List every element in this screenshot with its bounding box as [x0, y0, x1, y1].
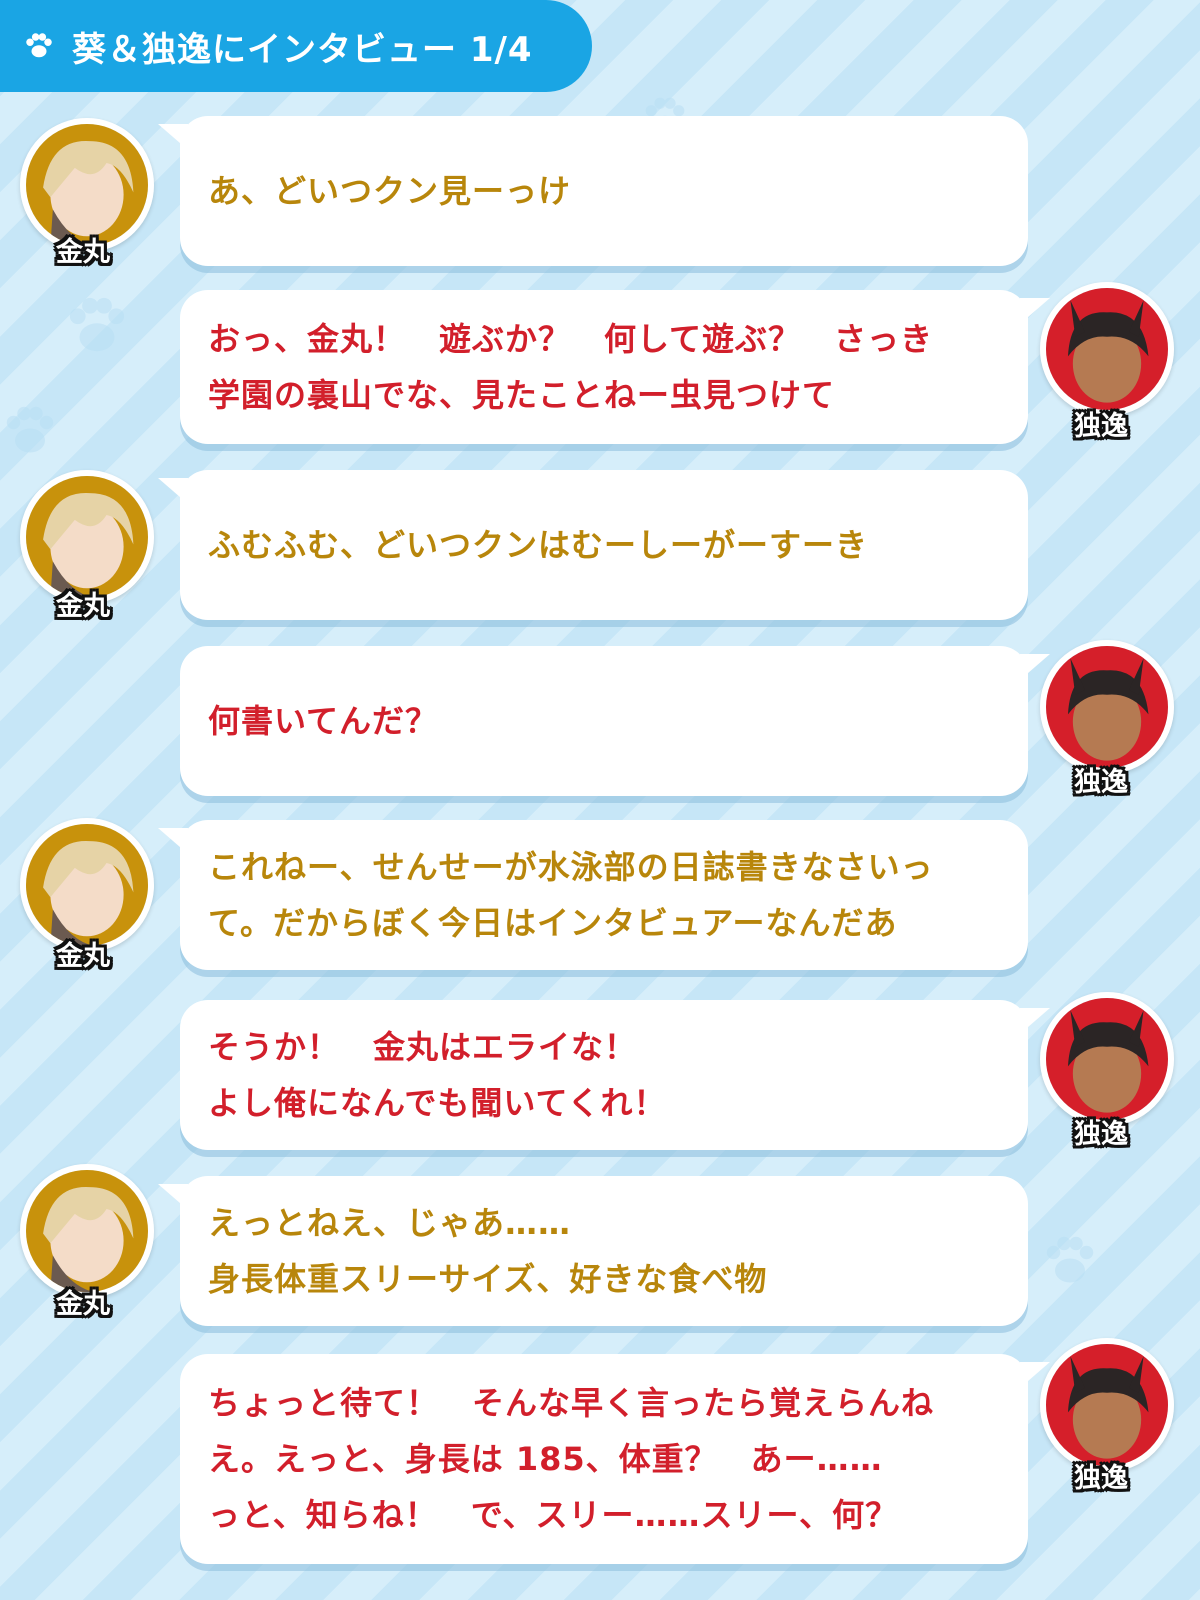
- avatar-doi: [1040, 282, 1174, 416]
- avatar-doi: [1040, 1338, 1174, 1472]
- speaker-name-kin: 金丸: [56, 237, 110, 268]
- interview-title-banner: 葵＆独逸にインタビュー 1/4: [0, 0, 592, 92]
- avatar-kin: [20, 818, 154, 952]
- speaker-name-doi: 独逸: [1074, 767, 1128, 798]
- paw-print-icon: [69, 297, 125, 352]
- avatar-kin: [20, 1164, 154, 1298]
- message-text: 何書いてんだ？: [208, 702, 439, 740]
- message-text: ふむふむ、どいつクンはむーしーがーすーき: [208, 526, 869, 564]
- chat-bubble-doi: おっ、金丸！ 遊ぶか？ 何して遊ぶ？ さっき 学園の裏山でな、見たことねー虫見つ…: [180, 290, 1050, 444]
- message-text: これねー、せんせーが水泳部の日誌書きなさいっ て。だからぼく今日はインタビュアー…: [208, 848, 934, 942]
- message-text: ちょっと待て！ そんな早く言ったら覚えらんね え。えっと、身長は 185、体重？…: [208, 1384, 935, 1534]
- chat-bubble-doi: そうか！ 金丸はエライな！ よし俺になんでも聞いてくれ！: [180, 1000, 1050, 1150]
- speaker-name-kin: 金丸: [56, 1289, 110, 1320]
- paw-print-icon: [6, 406, 54, 453]
- avatar-doi: [1040, 640, 1174, 774]
- page-title: 葵＆独逸にインタビュー 1/4: [72, 29, 533, 70]
- message-text: あ、どいつクン見ーっけ: [208, 172, 572, 210]
- speaker-name-doi: 独逸: [1074, 1119, 1128, 1150]
- speaker-name-kin: 金丸: [56, 591, 110, 622]
- speaker-name-doi: 独逸: [1074, 411, 1128, 442]
- speaker-name-doi: 独逸: [1074, 1463, 1128, 1494]
- message-text: おっ、金丸！ 遊ぶか？ 何して遊ぶ？ さっき 学園の裏山でな、見たことねー虫見つ…: [208, 320, 934, 414]
- chat-bubble-doi: 何書いてんだ？: [180, 646, 1050, 796]
- paw-icon: [26, 33, 52, 58]
- chat-bubble-kin: あ、どいつクン見ーっけ: [158, 116, 1028, 266]
- chat-bubble-doi: ちょっと待て！ そんな早く言ったら覚えらんね え。えっと、身長は 185、体重？…: [180, 1354, 1050, 1564]
- paw-print-icon: [1046, 1236, 1094, 1283]
- message-text: そうか！ 金丸はエライな！ よし俺になんでも聞いてくれ！: [208, 1028, 667, 1122]
- chat-bubble-kin: えっとねえ、じゃあ…… 身長体重スリーサイズ、好きな食べ物: [158, 1176, 1028, 1326]
- chat-bubble-kin: ふむふむ、どいつクンはむーしーがーすーき: [158, 470, 1028, 620]
- avatar-doi: [1040, 992, 1174, 1126]
- chat-bubble-kin: これねー、せんせーが水泳部の日誌書きなさいっ て。だからぼく今日はインタビュアー…: [158, 820, 1028, 970]
- speaker-name-kin: 金丸: [56, 941, 110, 972]
- message-text: えっとねえ、じゃあ…… 身長体重スリーサイズ、好きな食べ物: [208, 1204, 768, 1298]
